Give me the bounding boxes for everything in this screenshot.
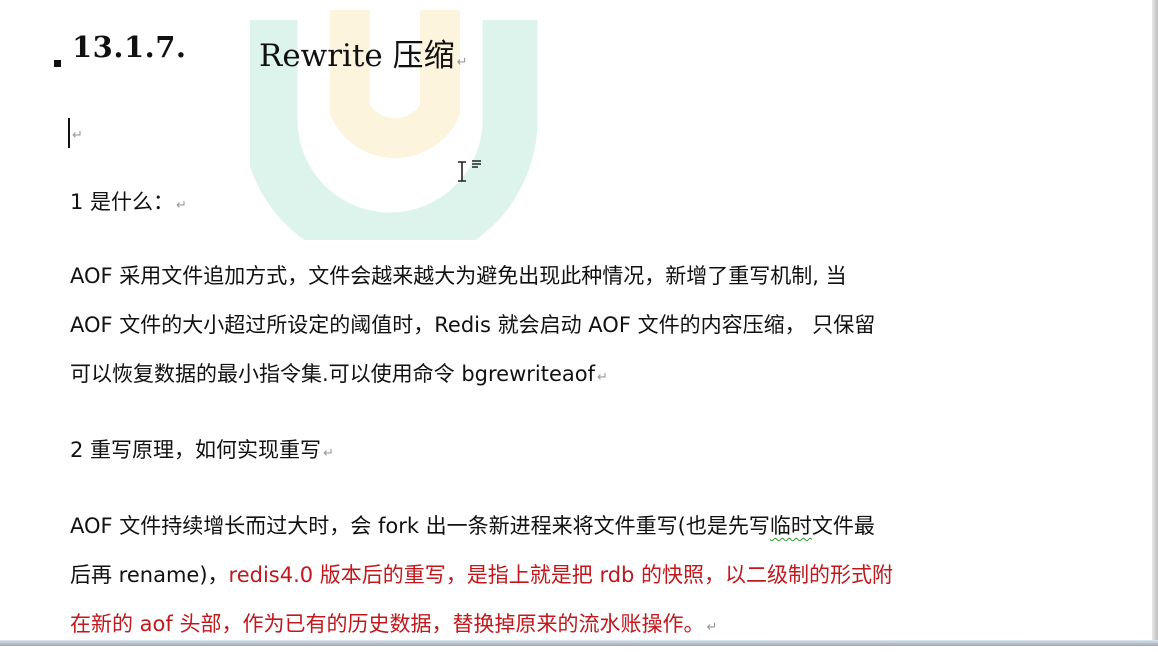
paragraph-mark-icon: ↵	[456, 55, 468, 70]
section-1-body: AOF 采用文件追加方式，文件会越来越大为避免出现此种情况，新增了重写机制, 当…	[70, 252, 875, 402]
paragraph-mark-icon: ↵	[597, 370, 608, 385]
spellcheck-word: 临时	[769, 514, 812, 538]
paragraph-mark-icon: ↵	[706, 620, 718, 635]
section-heading: 13.1.7. Rewrite 压缩 ↵	[54, 26, 574, 75]
section-2-label: 2 重写原理，如何实现重写 ↵	[70, 426, 334, 478]
section-1-label-text: 1 是什么：	[70, 190, 175, 214]
section-1-line-2: AOF 文件的大小超过所设定的阈值时，Redis 就会启动 AOF 文件的内容压…	[70, 313, 876, 337]
section-1-label: 1 是什么： ↵	[70, 178, 187, 230]
section-2-line-1-end: 文件最	[811, 514, 875, 538]
section-2-label-text: 2 重写原理，如何实现重写	[70, 438, 322, 462]
section-2-line-2-red: redis4.0 版本后的重写，是指上就是把 rdb 的快照，以二级制的形式附	[228, 563, 894, 587]
section-2-body: AOF 文件持续增长而过大时，会 fork 出一条新进程来将文件重写(也是先写临…	[70, 502, 893, 652]
ibeam-cursor-icon	[458, 160, 481, 182]
section-1-line-1: AOF 采用文件追加方式，文件会越来越大为避免出现此种情况，新增了重写机制, 当	[70, 264, 847, 288]
section-2-line-2-black: 后再 rename)，	[70, 563, 229, 587]
section-2-line-1-start: AOF 文件持续增长而过大时，会 fork 出一条新进程来将文件重写(也是先写	[70, 514, 770, 538]
text-cursor-icon	[68, 118, 70, 148]
paragraph-mark-icon: ↵	[72, 128, 83, 143]
paragraph-mark-icon: ↵	[323, 446, 334, 461]
heading-number: 13.1.7.	[72, 30, 187, 64]
heading-title: Rewrite 压缩	[259, 38, 455, 74]
heading-bullet	[54, 60, 61, 67]
heading-title-wrap: Rewrite 压缩 ↵	[259, 30, 468, 75]
section-1-line-3: 可以恢复数据的最小指令集.可以使用命令 bgrewriteaof	[70, 362, 596, 386]
section-2-line-3-red: 在新的 aof 头部，作为已有的历史数据，替换掉原来的流水账操作。	[70, 612, 705, 636]
paragraph-mark-icon: ↵	[176, 198, 187, 213]
window-right-edge	[1152, 0, 1158, 646]
